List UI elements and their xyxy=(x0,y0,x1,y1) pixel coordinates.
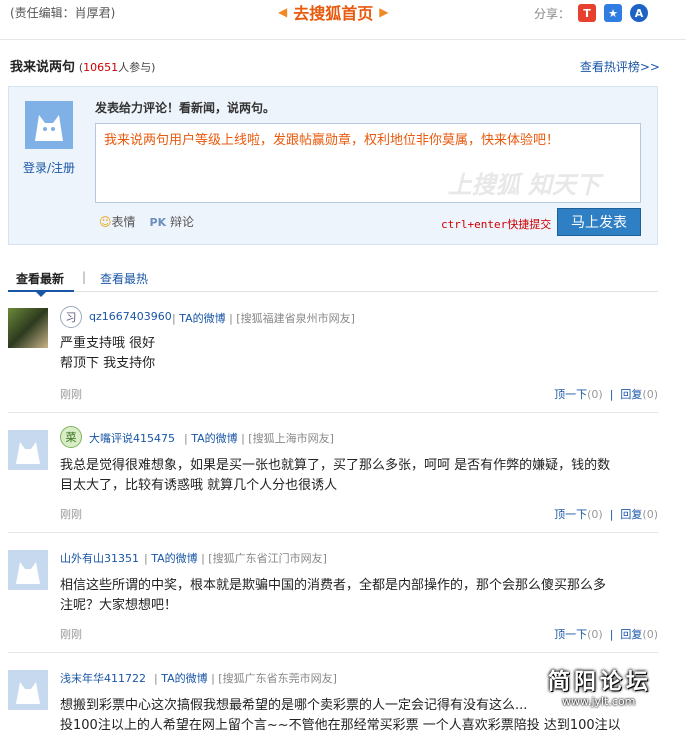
comment-username[interactable]: 大嘴评说415475 xyxy=(89,430,175,446)
comment-item: 山外有山31351 | TA的微博 | [搜狐广东省江门市网友] 相信这些所谓的… xyxy=(8,546,658,654)
tencent-weibo-icon[interactable]: T xyxy=(578,4,597,22)
upvote-button[interactable]: 顶一下 xyxy=(554,388,587,401)
comment-username[interactable]: 山外有山31351 xyxy=(60,550,139,566)
arrow-right-icon: ▶ xyxy=(379,5,389,19)
debate-button[interactable]: PK 辩论 xyxy=(150,213,194,230)
pk-icon: PK xyxy=(149,216,170,229)
weibo-link[interactable]: TA的微博 xyxy=(179,312,225,325)
share-label: 分享： xyxy=(534,6,571,21)
caret-down-icon xyxy=(36,292,46,297)
go-home-link[interactable]: ◀ 去搜狐首页 ▶ xyxy=(272,0,394,24)
tab-hottest[interactable]: 查看最热 xyxy=(100,270,148,287)
comment-text: 严重支持哦 很好 帮顶下 我支持你 xyxy=(60,336,156,371)
post-tools: ☺表情 PK 辩论 xyxy=(99,213,194,230)
comment-location: [搜狐广东省江门市网友] xyxy=(208,552,327,565)
tab-separator: | xyxy=(82,270,87,284)
comment-textarea[interactable]: 我来说两句用户等级上线啦，发跟帖赢勋章，权利地位非你莫属，快来体验吧！ 上搜狐 … xyxy=(95,123,641,203)
upvote-button[interactable]: 顶一下 xyxy=(554,508,587,521)
arrow-left-icon: ◀ xyxy=(278,5,288,19)
comment-time: 刚刚 xyxy=(60,388,82,401)
shortcut-hint: ctrl+enter快捷提交 xyxy=(441,218,552,231)
login-register-link[interactable]: 登录/注册 xyxy=(23,159,75,176)
forum-name: 简阳论坛 xyxy=(548,670,653,695)
comment-time: 刚刚 xyxy=(60,508,82,521)
default-avatar-icon[interactable] xyxy=(8,430,48,470)
submit-button[interactable]: 马上发表 xyxy=(557,208,641,236)
comment-post-box: 登录/注册 发表给力评论！看新闻，说两句。 我来说两句用户等级上线啦，发跟帖赢勋… xyxy=(8,86,658,245)
comment-meta: | TA的微博 | [搜狐广东省东莞市网友] xyxy=(154,672,337,685)
hot-comments-link[interactable]: 查看热评榜>> xyxy=(580,58,660,75)
comment-location: [搜狐上海市网友] xyxy=(248,432,334,445)
post-prompt: 发表给力评论！看新闻，说两句。 xyxy=(95,101,276,115)
comment-username[interactable]: 浅末年华411722 xyxy=(60,670,146,686)
upvote-button[interactable]: 顶一下 xyxy=(554,628,587,641)
comment-actions: 顶一下(0) | 回复(0) xyxy=(554,388,658,401)
tab-newest[interactable]: 查看最新 xyxy=(16,270,64,287)
comments-header: 我来说两句 (10651人参与) 查看热评榜>> xyxy=(10,56,660,76)
renren-icon[interactable]: A xyxy=(630,4,649,22)
forum-url: www.jylt.com xyxy=(562,695,636,708)
comment-tabs: 查看最新 | 查看最热 xyxy=(8,268,658,297)
reply-button[interactable]: 回复 xyxy=(620,508,642,521)
go-home-label[interactable]: 去搜狐首页 xyxy=(293,0,373,24)
reply-button[interactable]: 回复 xyxy=(620,628,642,641)
qzone-icon[interactable]: ★ xyxy=(604,4,623,22)
participant-number: 10651 xyxy=(83,61,119,74)
weibo-link[interactable]: TA的微博 xyxy=(191,432,237,445)
textarea-watermark: 上搜狐 知天下 xyxy=(447,170,600,199)
comment-meta: | TA的微博 | [搜狐广东省江门市网友] xyxy=(144,552,327,565)
comment-placeholder: 我来说两句用户等级上线啦，发跟帖赢勋章，权利地位非你莫属，快来体验吧！ xyxy=(104,133,560,148)
user-level-badge-icon: 菜 xyxy=(60,426,82,448)
comment-item: 习 qz1667403960 | TA的微博 | [搜狐福建省泉州市网友] 严重… xyxy=(8,306,658,414)
comment-text: 我总是觉得很难想象，如果是买一张也就算了，买了那么多张，呵呵 是否有作弊的嫌疑，… xyxy=(60,458,611,493)
comment-divider xyxy=(8,652,658,653)
comment-location: [搜狐广东省东莞市网友] xyxy=(218,672,337,685)
comment-text: 相信这些所谓的中奖，根本就是欺骗中国的消费者，全都是内部操作的，那个会那么傻买那… xyxy=(60,578,607,613)
comment-location: [搜狐福建省泉州市网友] xyxy=(236,312,355,325)
comment-meta: | TA的微博 | [搜狐福建省泉州市网友] xyxy=(172,312,355,325)
comment-actions: 顶一下(0) | 回复(0) xyxy=(554,508,658,521)
comments-title: 我来说两句 xyxy=(10,60,76,75)
emoji-button[interactable]: ☺表情 xyxy=(99,213,136,230)
comment-time: 刚刚 xyxy=(60,628,82,641)
share-bar: 分享： T ★ A xyxy=(534,4,649,22)
weibo-link[interactable]: TA的微博 xyxy=(151,552,197,565)
comment-divider xyxy=(8,412,658,413)
forum-watermark: 简阳论坛 www.jylt.com xyxy=(538,662,686,732)
comment-actions: 顶一下(0) | 回复(0) xyxy=(554,628,658,641)
smile-icon: ☺ xyxy=(99,215,112,229)
comment-username[interactable]: qz1667403960 xyxy=(89,310,172,323)
weibo-link[interactable]: TA的微博 xyxy=(161,672,207,685)
top-bar: (责任编辑：肖厚君) ◀ 去搜狐首页 ▶ 分享： T ★ A xyxy=(0,0,686,40)
editor-credit: (责任编辑：肖厚君) xyxy=(10,6,116,20)
user-level-badge-icon: 习 xyxy=(60,306,82,328)
comment-meta: | TA的微博 | [搜狐上海市网友] xyxy=(184,432,334,445)
user-avatar[interactable] xyxy=(8,308,48,348)
comment-divider xyxy=(8,532,658,533)
participant-count: (10651人参与) xyxy=(78,61,156,74)
default-avatar-icon[interactable] xyxy=(8,550,48,590)
default-avatar-icon[interactable] xyxy=(8,670,48,710)
reply-button[interactable]: 回复 xyxy=(620,388,642,401)
default-avatar-icon xyxy=(25,101,73,149)
comment-item: 菜 大嘴评说415475 | TA的微博 | [搜狐上海市网友] 我总是觉得很难… xyxy=(8,426,658,534)
